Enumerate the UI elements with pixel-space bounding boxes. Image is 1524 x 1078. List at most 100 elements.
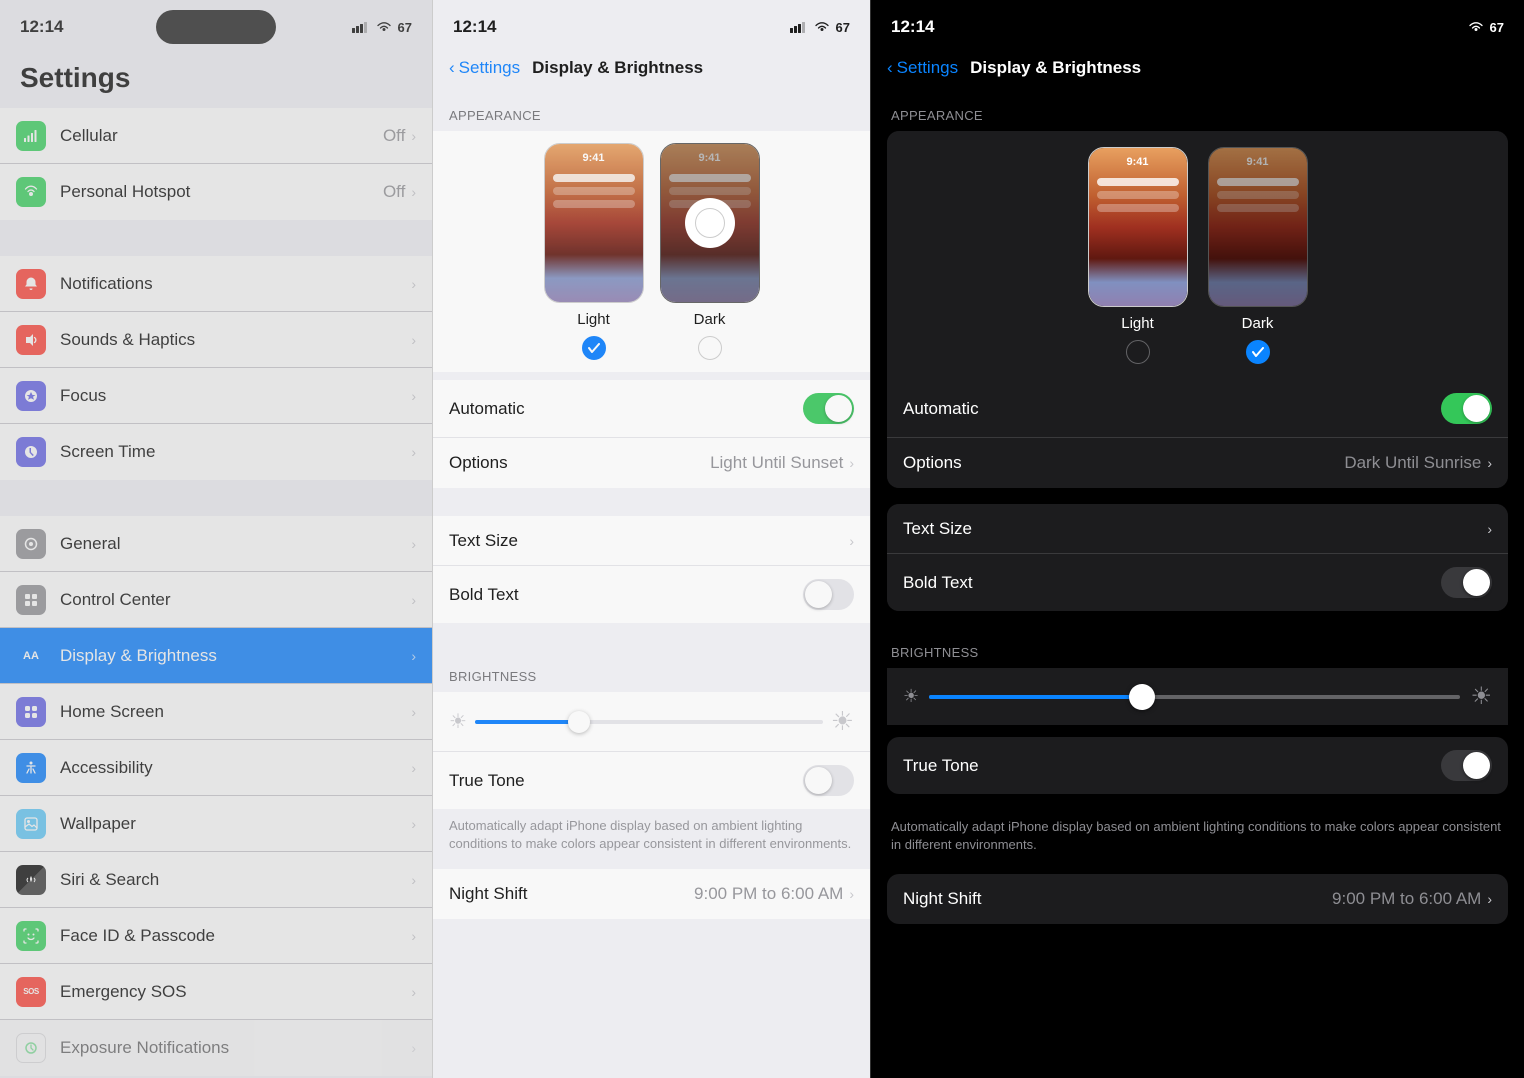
automatic-toggle-3[interactable] [1441,393,1492,424]
text-size-item-3[interactable]: Text Size › [887,504,1508,554]
notifications-item[interactable]: Notifications › [0,256,432,312]
brightness-fill-2 [475,720,579,724]
control-center-svg [23,592,39,608]
dark-mode-card-dark[interactable]: 9:41 Dark [1208,147,1308,364]
light-screen-dark: 9:41 [1089,148,1187,306]
true-tone-card-3: True Tone [887,737,1508,794]
bold-text-toggle-2[interactable] [803,579,854,610]
dark-check-3[interactable] [1246,340,1270,364]
status-bar-3: 12:14 67 [871,0,1524,54]
signal-icon-3 [1444,21,1462,33]
dbar6 [1217,204,1299,212]
light-screen: 9:41 [545,144,643,302]
light-label-3: Light [1121,315,1154,332]
emergency-sos-item[interactable]: SOS Emergency SOS › [0,964,432,1020]
back-button-3[interactable]: ‹ Settings [887,58,958,78]
faceid-item[interactable]: Face ID & Passcode › [0,908,432,964]
bar4 [669,174,751,182]
night-shift-item-2[interactable]: Night Shift 9:00 PM to 6:00 AM › [433,869,870,919]
light-check-2[interactable] [582,336,606,360]
sounds-icon [16,325,46,355]
light-mode-card-dark[interactable]: 9:41 Light [1088,147,1188,364]
options-value-3: Dark Until Sunrise [1344,453,1481,473]
notifications-label: Notifications [60,274,411,294]
automatic-toggle-2[interactable] [803,393,854,424]
sep-dark-a [871,725,1524,737]
light-time: 9:41 [545,152,643,164]
exposure-item[interactable]: Exposure Notifications › [0,1020,432,1076]
dark-mode-card[interactable]: 9:41 Dark [660,143,760,360]
battery-icon: 67 [398,20,412,35]
bold-text-item-2[interactable]: Bold Text [433,566,870,623]
wallpaper-item[interactable]: Wallpaper › [0,796,432,852]
dark-check-2[interactable] [698,336,722,360]
notifications-icon [16,269,46,299]
text-size-item-2[interactable]: Text Size › [433,516,870,566]
brightness-thumb-3 [1129,684,1155,710]
siri-item[interactable]: Siri & Search › [0,852,432,908]
dark-inner-circle [695,208,725,238]
automatic-label-2: Automatic [449,399,803,419]
accessibility-icon [16,753,46,783]
accessibility-item[interactable]: Accessibility › [0,740,432,796]
display-brightness-dark-panel: 12:14 67 ‹ Settings Display & Brightness… [870,0,1524,1078]
emergency-sos-label: Emergency SOS [60,982,411,1002]
brightness-fill-3 [929,695,1142,699]
true-tone-card-2: True Tone [433,752,870,809]
hotspot-label: Personal Hotspot [60,182,383,202]
home-screen-label: Home Screen [60,702,411,722]
dbar2 [1097,191,1179,199]
automatic-item-3[interactable]: Automatic [887,380,1508,438]
screen-time-item[interactable]: Screen Time › [0,424,432,480]
wifi-icon-3 [1468,21,1484,33]
dark-bars-dark [1217,178,1299,217]
brightness-track-2[interactable] [475,720,823,724]
true-tone-item-2[interactable]: True Tone [433,752,870,809]
bold-text-item-3[interactable]: Bold Text [887,554,1508,611]
status-icons-1: 67 [352,20,412,35]
home-screen-item[interactable]: Home Screen › [0,684,432,740]
light-phone-thumb: 9:41 [544,143,644,303]
brightness-low-icon-2: ☀ [449,709,467,734]
general-chevron: › [411,536,416,552]
focus-item[interactable]: Focus › [0,368,432,424]
brightness-track-3[interactable] [929,695,1460,699]
dark-time: 9:41 [661,152,759,164]
cellular-item[interactable]: Cellular Off › [0,108,432,164]
battery-3: 67 [1490,20,1504,35]
light-mode-card[interactable]: 9:41 Light [544,143,644,360]
general-item[interactable]: General › [0,516,432,572]
bold-text-label-3: Bold Text [903,573,1441,593]
night-shift-item-3[interactable]: Night Shift 9:00 PM to 6:00 AM › [887,874,1508,924]
brightness-header-2: BRIGHTNESS [433,651,870,692]
display-icon: AA [16,641,46,671]
options-item-2[interactable]: Options Light Until Sunset › [433,438,870,488]
true-tone-item-3[interactable]: True Tone [887,737,1508,794]
group-sep-2 [0,480,432,516]
options-item-3[interactable]: Options Dark Until Sunrise › [887,438,1508,488]
light-check-3[interactable] [1126,340,1150,364]
control-center-item[interactable]: Control Center › [0,572,432,628]
back-button-2[interactable]: ‹ Settings [449,58,520,78]
sep-a [433,372,870,380]
options-chevron-2: › [849,455,854,471]
true-tone-toggle-3[interactable] [1441,750,1492,781]
bold-text-toggle-3[interactable] [1441,567,1492,598]
true-tone-toggle-2[interactable] [803,765,854,796]
general-label: General [60,534,411,554]
siri-label: Siri & Search [60,870,411,890]
cellular-icon [16,121,46,151]
battery-2: 67 [836,20,850,35]
control-center-icon [16,585,46,615]
brightness-high-icon-2: ☀ [831,706,854,737]
display-item[interactable]: AA Display & Brightness › [0,628,432,684]
text-size-chevron-3: › [1487,521,1492,537]
dark-time-dark: 9:41 [1209,156,1307,168]
automatic-item-2[interactable]: Automatic [433,380,870,438]
sounds-item[interactable]: Sounds & Haptics › [0,312,432,368]
personal-hotspot-item[interactable]: Personal Hotspot Off › [0,164,432,220]
bar5 [669,187,751,195]
true-tone-label-3: True Tone [903,756,1441,776]
faceid-svg [23,928,39,944]
appearance-header-2: APPEARANCE [433,90,870,131]
